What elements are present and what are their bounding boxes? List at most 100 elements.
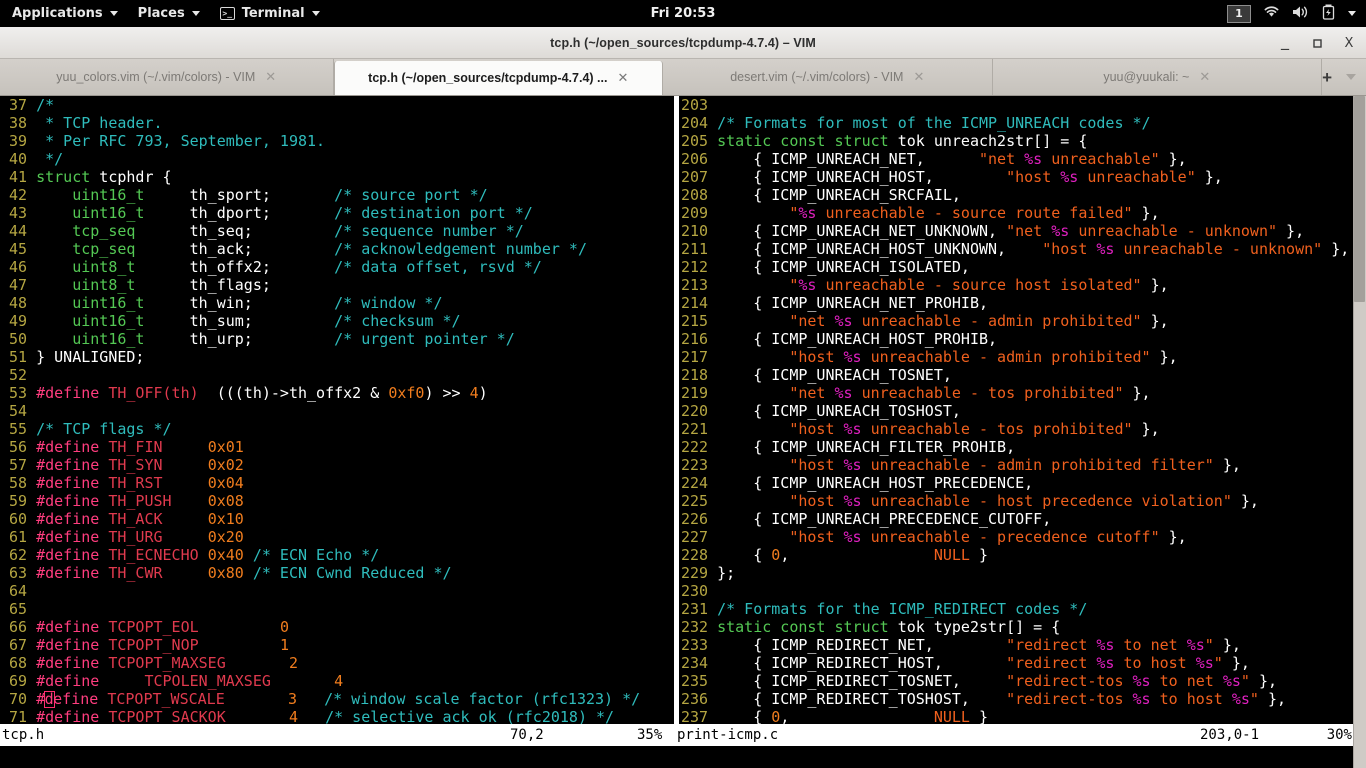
code-span: 3 — [287, 690, 297, 708]
chevron-down-icon[interactable] — [1346, 74, 1356, 80]
code-span: "host — [789, 528, 844, 546]
code-text: #define TCPOPT_SACKOK 4 /* selective ack… — [36, 708, 614, 724]
tab-shell[interactable]: yuu@yuukali: ~ ✕ — [993, 59, 1323, 95]
statusline-left: tcp.h 70,2 35% — [0, 724, 675, 746]
terminal-app-menu[interactable]: >_ Terminal — [210, 0, 330, 27]
places-menu[interactable]: Places — [128, 0, 210, 27]
minimize-button[interactable]: _ — [1274, 31, 1296, 54]
code-text: "net %s unreachable - admin prohibited" … — [717, 312, 1168, 330]
battery-icon[interactable] — [1322, 4, 1336, 23]
tab-tcp-h[interactable]: tcp.h (~/open_sources/tcpdump-4.7.4) ...… — [333, 61, 664, 95]
left-pane-line: 42 uint16_t th_sport; /* source port */ — [0, 186, 672, 204]
code-span: #define — [36, 456, 100, 474]
maximize-button[interactable] — [1306, 32, 1328, 54]
close-icon[interactable]: ✕ — [265, 69, 276, 85]
left-pane-line: 56 #define TH_FIN 0x01 — [0, 438, 672, 456]
code-span — [717, 420, 789, 438]
code-span: 0x10 — [207, 510, 244, 528]
code-span: , — [780, 546, 934, 564]
chevron-down-icon[interactable] — [1348, 11, 1356, 16]
code-span: unreachable" — [1078, 168, 1196, 186]
volume-icon[interactable] — [1292, 5, 1310, 22]
new-tab-button[interactable]: + — [1322, 69, 1332, 86]
code-span: }, — [1213, 636, 1241, 654]
code-span: }, — [1258, 690, 1287, 708]
close-icon[interactable]: ✕ — [1199, 69, 1210, 85]
code-span — [717, 456, 789, 474]
code-span: { ICMP_UNREACH_FILTER_PROHIB, — [717, 438, 1016, 456]
code-text: { ICMP_UNREACH_FILTER_PROHIB, — [717, 438, 1015, 456]
code-span: TCPOPT_SACKOK — [108, 708, 226, 724]
code-span: }, — [1150, 348, 1178, 366]
line-number: 52 — [9, 366, 28, 384]
code-span: th_seq; — [135, 222, 335, 240]
code-span: * TCP header. — [36, 114, 163, 132]
workspace-indicator[interactable]: 1 — [1227, 4, 1251, 23]
vim-terminal[interactable]: 37/* 38 * TCP header. 39 * Per RFC 793, Se… — [0, 96, 1366, 768]
right-pane-line: 230 — [681, 582, 1356, 600]
code-span: } UNALIGNED; — [36, 348, 145, 366]
code-span: }, — [1159, 528, 1187, 546]
code-span: %s — [843, 492, 862, 510]
close-button[interactable]: X — [1338, 32, 1360, 54]
code-span: 4 — [288, 708, 298, 724]
window-titlebar[interactable]: tcp.h (~/open_sources/tcpdump-4.7.4) – V… — [0, 27, 1366, 59]
code-text: #define TH_PUSH 0x08 — [36, 492, 244, 510]
code-span: TH_ECNECHO — [108, 546, 199, 564]
statusline-left-filename: tcp.h — [2, 727, 45, 743]
tab-desert-vim[interactable]: desert.vim (~/.vim/colors) - VIM ✕ — [663, 59, 993, 95]
wifi-icon[interactable] — [1263, 5, 1280, 22]
line-number: 50 — [9, 330, 28, 348]
code-span: NULL — [933, 546, 970, 564]
code-span — [99, 546, 108, 564]
code-span — [99, 654, 108, 672]
code-span: "redirect — [1006, 636, 1097, 654]
line-number: 226 — [681, 510, 709, 528]
applications-menu-label: Applications — [12, 6, 103, 21]
code-span — [99, 438, 108, 456]
code-span — [99, 492, 108, 510]
applications-menu[interactable]: Applications — [0, 0, 128, 27]
tab-yuu-colors-vim[interactable]: yuu_colors.vim (~/.vim/colors) - VIM ✕ — [0, 59, 334, 95]
close-icon[interactable]: ✕ — [617, 70, 628, 86]
code-span — [99, 636, 108, 654]
code-span: } — [969, 708, 989, 724]
code-span — [99, 510, 108, 528]
vim-split-separator — [674, 96, 679, 724]
code-span — [163, 510, 208, 528]
code-span: (((th)->th_offx2 & — [198, 384, 389, 402]
code-span: }, — [1213, 456, 1241, 474]
code-span: }, — [1159, 150, 1187, 168]
code-span: }, — [1141, 276, 1169, 294]
left-pane-line: 66 #define TCPOPT_EOL 0 — [0, 618, 672, 636]
code-text: #define TH_ECNECHO 0x40 /* ECN Echo */ — [36, 546, 379, 564]
close-icon[interactable]: ✕ — [913, 69, 924, 85]
code-span: unreachable - source host isolated" — [816, 276, 1142, 294]
code-text: } UNALIGNED; — [36, 348, 144, 366]
right-pane-line: 235 { ICMP_REDIRECT_TOSNET, "redirect-to… — [681, 672, 1356, 690]
right-pane-line: 216 { ICMP_UNREACH_HOST_PROHIB, — [681, 330, 1356, 348]
code-span: */ — [36, 150, 64, 168]
terminal-scrollbar[interactable] — [1353, 96, 1366, 768]
scrollbar-thumb[interactable] — [1354, 96, 1365, 302]
line-number: 206 — [681, 150, 709, 168]
left-pane-line: 58 #define TH_RST 0x04 — [0, 474, 672, 492]
line-number: 232 — [681, 618, 709, 636]
code-text: /* Formats for the ICMP_REDIRECT codes *… — [717, 600, 1087, 618]
vim-command-line[interactable] — [0, 746, 1366, 768]
code-span: struct — [36, 168, 91, 186]
code-span: 0x80 — [207, 564, 244, 582]
code-span: " — [1249, 690, 1259, 708]
window-title: tcp.h (~/open_sources/tcpdump-4.7.4) – V… — [550, 35, 816, 50]
code-span: TCPOLEN_MAXSEG — [144, 672, 271, 690]
code-span: %s — [1132, 672, 1151, 690]
code-span: "host — [1042, 240, 1097, 258]
vim-pane-left[interactable]: 37/* 38 * TCP header. 39 * Per RFC 793, Se… — [0, 96, 672, 724]
vim-pane-right[interactable]: 203 204 /* Formats for most of the ICMP_U… — [681, 96, 1356, 724]
line-number: 218 — [681, 366, 709, 384]
code-span: "net — [979, 150, 1025, 168]
code-span: th_win; — [144, 294, 335, 312]
code-text: #define TCPOPT_MAXSEG 2 — [36, 654, 298, 672]
